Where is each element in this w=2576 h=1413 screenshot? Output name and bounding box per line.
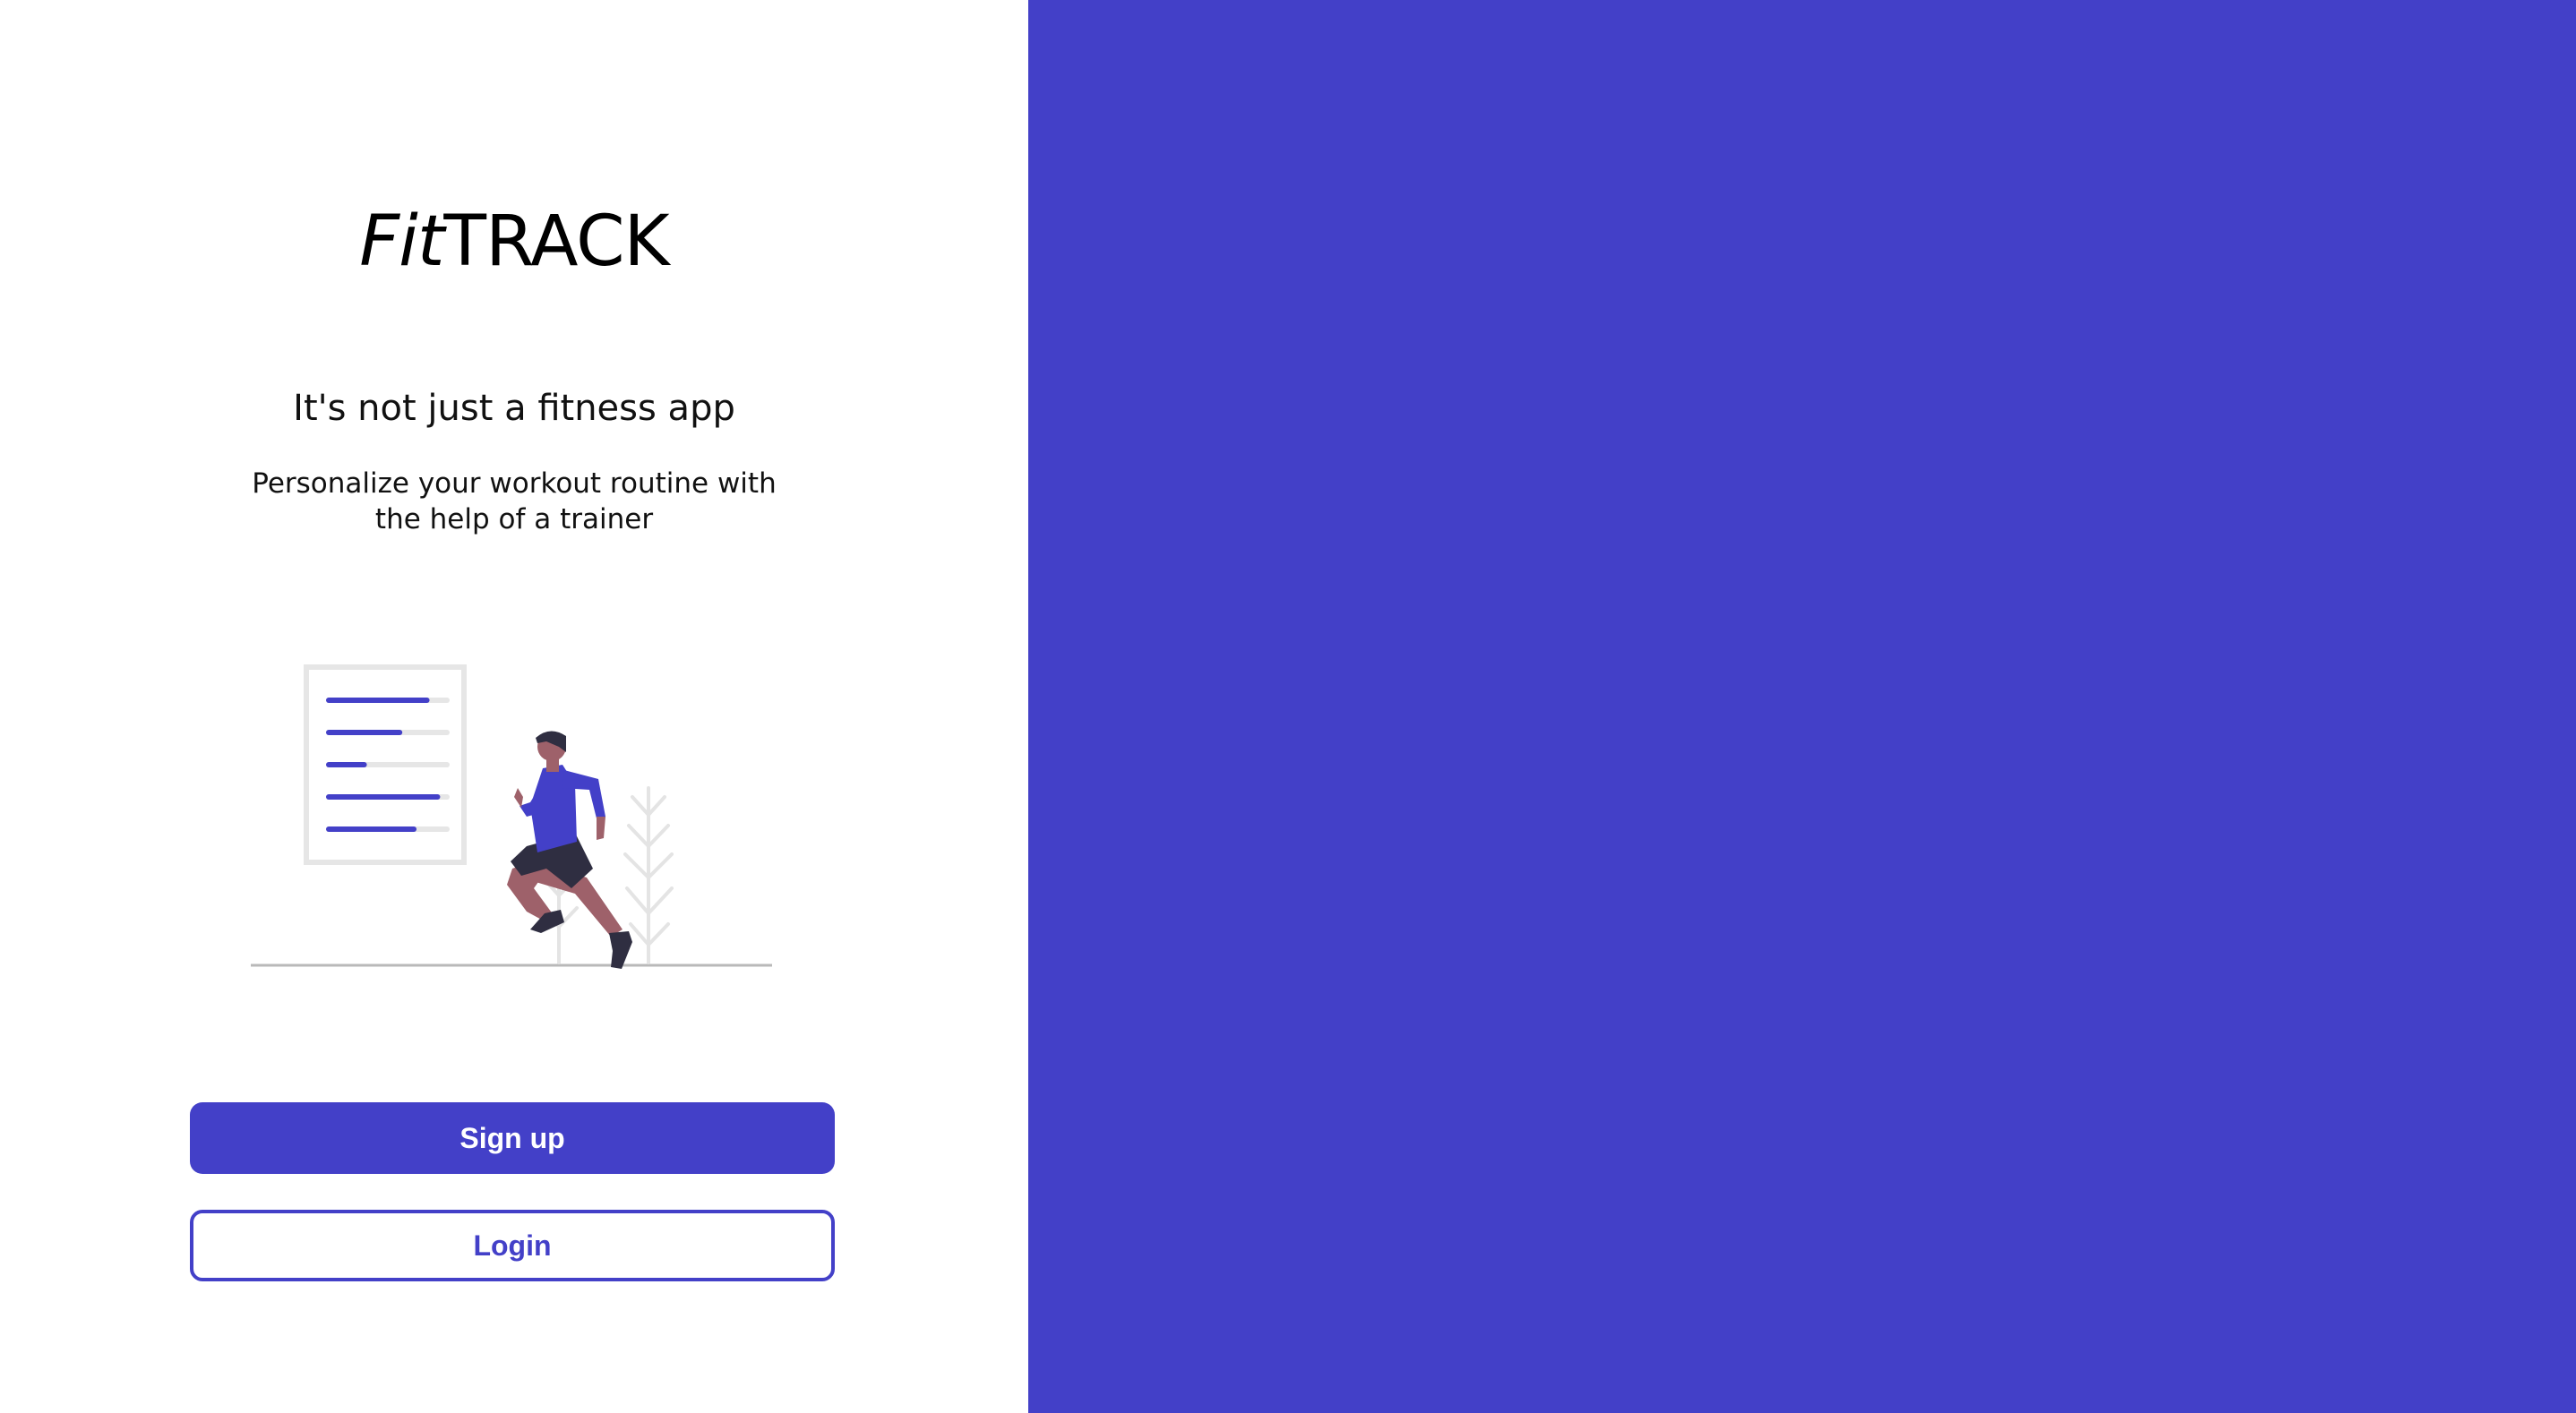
logo-fit: Fit — [359, 201, 444, 282]
runner-with-workout-plan-illustration — [251, 664, 772, 969]
description: Personalize your workout routine with th… — [252, 467, 777, 535]
runner-figure — [507, 731, 632, 969]
plant-icon — [623, 786, 674, 964]
tagline: It's not just a fitness app — [293, 388, 735, 429]
landing-page: FitTRACK It's not just a fitness app Per… — [0, 0, 2576, 1413]
signup-button[interactable]: Sign up — [190, 1102, 835, 1174]
login-button[interactable]: Login — [190, 1210, 835, 1281]
app-logo: FitTRACK — [0, 199, 1028, 285]
logo-track: TRACK — [443, 201, 669, 282]
left-panel: FitTRACK It's not just a fitness app Per… — [0, 0, 1028, 1413]
right-panel — [1028, 0, 2576, 1413]
